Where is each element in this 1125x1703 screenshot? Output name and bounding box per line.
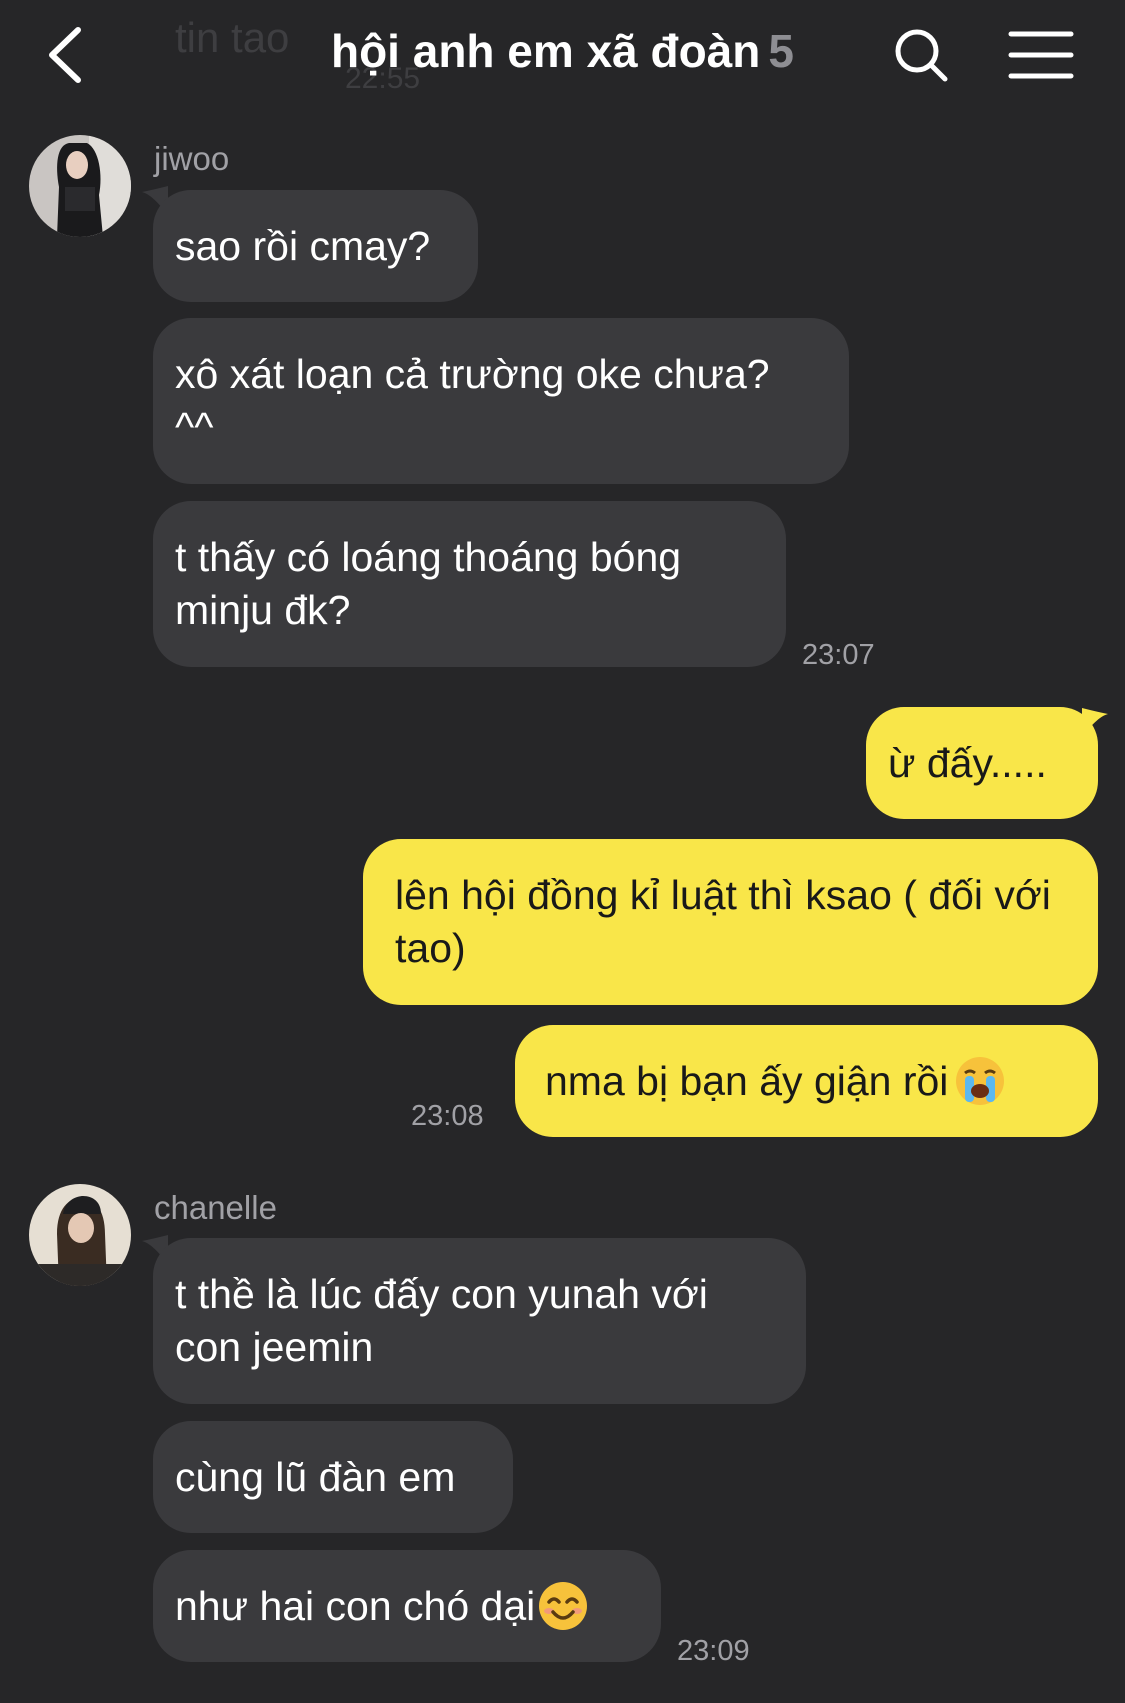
- chevron-left-icon: [49, 27, 81, 83]
- message-text: như hai con chó dại: [175, 1582, 536, 1629]
- chat-header: tin tao 22:55 hội anh em xã đoàn 5: [0, 0, 1125, 110]
- message-text: t thấy có loáng thoáng bóng minju đk?: [175, 534, 682, 633]
- sender-name: chanelle: [154, 1189, 277, 1226]
- message-bubble[interactable]: như hai con chó dại: [153, 1550, 661, 1662]
- member-count: 5: [768, 25, 794, 77]
- hamburger-menu-icon: [1008, 31, 1074, 79]
- chat-title[interactable]: hội anh em xã đoàn 5: [200, 24, 925, 78]
- back-button[interactable]: [38, 20, 98, 90]
- message-time: 23:08: [411, 1100, 484, 1132]
- message-text: sao rồi cmay?: [175, 222, 431, 269]
- message-bubble[interactable]: lên hội đồng kỉ luật thì ksao ( đối với …: [363, 839, 1098, 1005]
- message-bubble[interactable]: sao rồi cmay?: [153, 190, 478, 302]
- search-icon: [895, 29, 948, 82]
- message-text: xô xát loạn cả trường oke chưa? ^^: [175, 351, 770, 450]
- smiling-face-emoji: [539, 1582, 588, 1630]
- menu-button[interactable]: [1005, 20, 1075, 90]
- message-text: t thề là lúc đấy con yunah với con jeemi…: [175, 1271, 708, 1370]
- message-bubble[interactable]: t thề là lúc đấy con yunah với con jeemi…: [153, 1238, 806, 1404]
- avatar-photo: [29, 1184, 131, 1286]
- message-bubble[interactable]: cùng lũ đàn em: [153, 1421, 513, 1533]
- avatar-jiwoo[interactable]: [29, 135, 131, 237]
- message-text: ừ đấy.....: [888, 739, 1047, 786]
- message-text: cùng lũ đàn em: [175, 1453, 456, 1500]
- message-text: lên hội đồng kỉ luật thì ksao ( đối với …: [395, 872, 1051, 971]
- message-bubble[interactable]: t thấy có loáng thoáng bóng minju đk?: [153, 501, 786, 667]
- avatar-chanelle[interactable]: [29, 1184, 131, 1286]
- message-bubble[interactable]: xô xát loạn cả trường oke chưa? ^^: [153, 318, 849, 484]
- message-bubble[interactable]: ừ đấy.....: [866, 707, 1098, 819]
- loudly-crying-face-emoji: [956, 1057, 1005, 1105]
- chat-title-text: hội anh em xã đoàn: [330, 25, 761, 77]
- sender-name: jiwoo: [154, 140, 230, 177]
- avatar-photo: [29, 135, 131, 237]
- message-time: 23:09: [677, 1635, 750, 1667]
- message-text: nma bị bạn ấy giận rồi: [545, 1057, 949, 1104]
- message-bubble[interactable]: nma bị bạn ấy giận rồi: [515, 1025, 1098, 1137]
- search-button[interactable]: [885, 20, 955, 90]
- message-time: 23:07: [802, 639, 875, 671]
